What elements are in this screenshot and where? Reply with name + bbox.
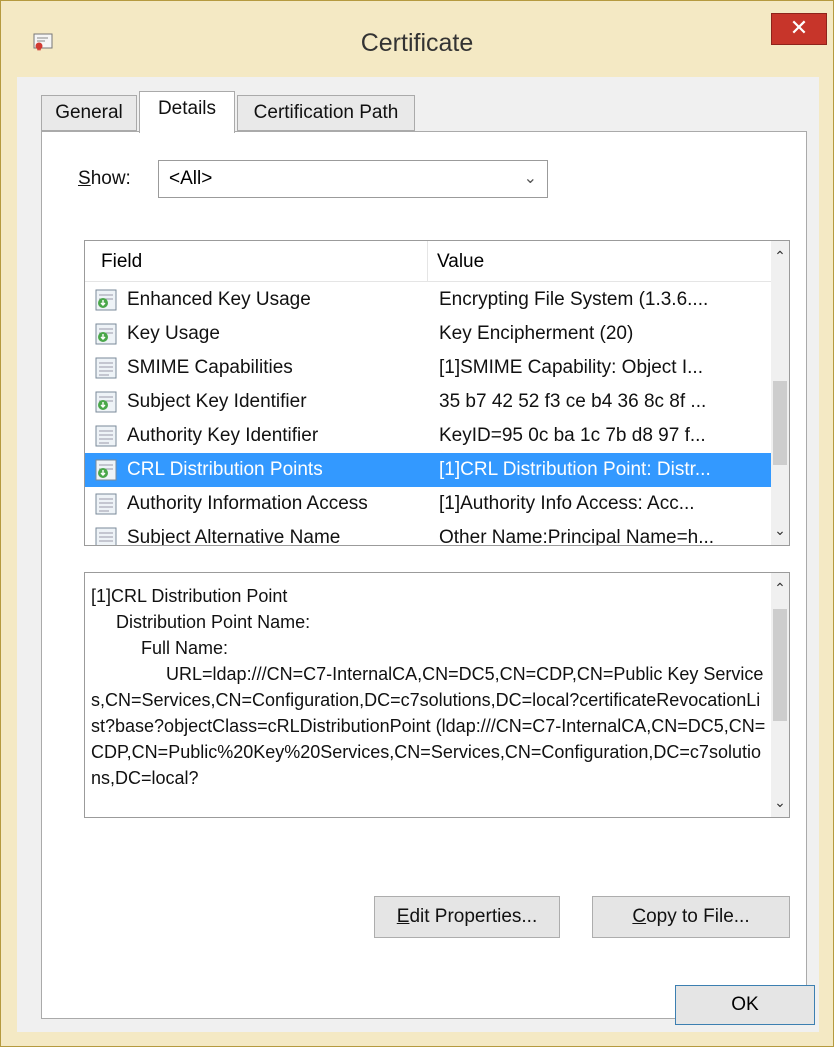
list-row[interactable]: Authority Information Access [1]Authorit… xyxy=(85,487,771,521)
field-name: Authority Key Identifier xyxy=(127,425,319,446)
tab-details[interactable]: Details xyxy=(139,91,235,133)
title-bar[interactable]: Certificate ✕ xyxy=(1,1,833,77)
certificate-field-icon xyxy=(95,527,117,545)
show-dropdown-value: <All> xyxy=(169,168,213,189)
field-value: [1]CRL Distribution Point: Distr... xyxy=(439,459,711,480)
list-row[interactable]: Subject Key Identifier 35 b7 42 52 f3 ce… xyxy=(85,385,771,419)
chevron-down-icon[interactable]: ⌄ xyxy=(771,519,789,541)
field-name: Authority Information Access xyxy=(127,493,368,514)
list-row-selected[interactable]: CRL Distribution Points [1]CRL Distribut… xyxy=(85,453,771,487)
list-row[interactable]: Enhanced Key Usage Encrypting File Syste… xyxy=(85,283,771,317)
chevron-down-icon[interactable]: ⌄ xyxy=(771,791,789,813)
certificate-field-icon xyxy=(95,425,117,447)
tab-general[interactable]: General xyxy=(41,95,137,131)
edit-properties-button[interactable]: Edit Properties... xyxy=(374,896,560,938)
field-name: Subject Key Identifier xyxy=(127,391,307,412)
window-title: Certificate xyxy=(360,29,474,57)
copy-to-file-button[interactable]: Copy to File... xyxy=(592,896,790,938)
details-panel: Show: <All> ⌄ Field Value Enhanced Key U… xyxy=(41,131,807,1019)
field-name: CRL Distribution Points xyxy=(127,459,323,480)
certificate-field-icon xyxy=(95,289,117,311)
show-label: Show: xyxy=(78,168,131,189)
column-divider[interactable] xyxy=(427,241,428,281)
scrollbar-thumb[interactable] xyxy=(773,381,787,465)
chevron-down-icon: ⌄ xyxy=(523,170,537,187)
field-name: SMIME Capabilities xyxy=(127,357,293,378)
list-row[interactable]: Key Usage Key Encipherment (20) xyxy=(85,317,771,351)
list-row[interactable]: Authority Key Identifier KeyID=95 0c ba … xyxy=(85,419,771,453)
field-value: Encrypting File System (1.3.6.... xyxy=(439,289,709,310)
certificate-window: Certificate ✕ General Details Certificat… xyxy=(0,0,834,1047)
ok-button[interactable]: OK xyxy=(675,985,815,1025)
detail-scrollbar[interactable]: ⌃ ⌄ xyxy=(771,573,789,817)
field-name: Enhanced Key Usage xyxy=(127,289,311,310)
certificate-field-icon xyxy=(95,357,117,379)
close-icon: ✕ xyxy=(789,15,809,40)
chevron-up-icon[interactable]: ⌃ xyxy=(771,245,789,267)
certificate-field-icon xyxy=(95,459,117,481)
field-value: 35 b7 42 52 f3 ce b4 36 8c 8f ... xyxy=(439,391,707,412)
field-value: [1]SMIME Capability: Object I... xyxy=(439,357,703,378)
fields-list-scrollbar[interactable]: ⌃ ⌄ xyxy=(771,241,789,545)
dialog-client-area: General Details Certification Path Show:… xyxy=(17,77,819,1032)
show-dropdown[interactable]: <All> ⌄ xyxy=(158,160,548,198)
field-value: Key Encipherment (20) xyxy=(439,323,634,344)
tab-certification-path[interactable]: Certification Path xyxy=(237,95,415,131)
field-detail-box[interactable]: [1]CRL Distribution Point Distribution P… xyxy=(84,572,790,818)
column-header-value[interactable]: Value xyxy=(437,251,484,273)
list-row[interactable]: SMIME Capabilities [1]SMIME Capability: … xyxy=(85,351,771,385)
list-header: Field Value xyxy=(85,241,773,282)
close-button[interactable]: ✕ xyxy=(771,13,827,45)
field-value: [1]Authority Info Access: Acc... xyxy=(439,493,695,514)
list-row[interactable]: Subject Alternative Name Other Name:Prin… xyxy=(85,521,771,546)
certificate-field-icon xyxy=(95,493,117,515)
certificate-field-icon xyxy=(95,323,117,345)
column-header-field[interactable]: Field xyxy=(101,251,142,273)
fields-list[interactable]: Field Value Enhanced Key Usage Encryptin… xyxy=(84,240,790,546)
field-name: Key Usage xyxy=(127,323,220,344)
certificate-field-icon xyxy=(95,391,117,413)
chevron-up-icon[interactable]: ⌃ xyxy=(771,577,789,599)
scrollbar-thumb[interactable] xyxy=(773,609,787,721)
field-detail-text[interactable]: [1]CRL Distribution Point Distribution P… xyxy=(91,583,767,791)
field-name: Subject Alternative Name xyxy=(127,527,341,546)
field-value: KeyID=95 0c ba 1c 7b d8 97 f... xyxy=(439,425,706,446)
field-value: Other Name:Principal Name=h... xyxy=(439,527,715,546)
